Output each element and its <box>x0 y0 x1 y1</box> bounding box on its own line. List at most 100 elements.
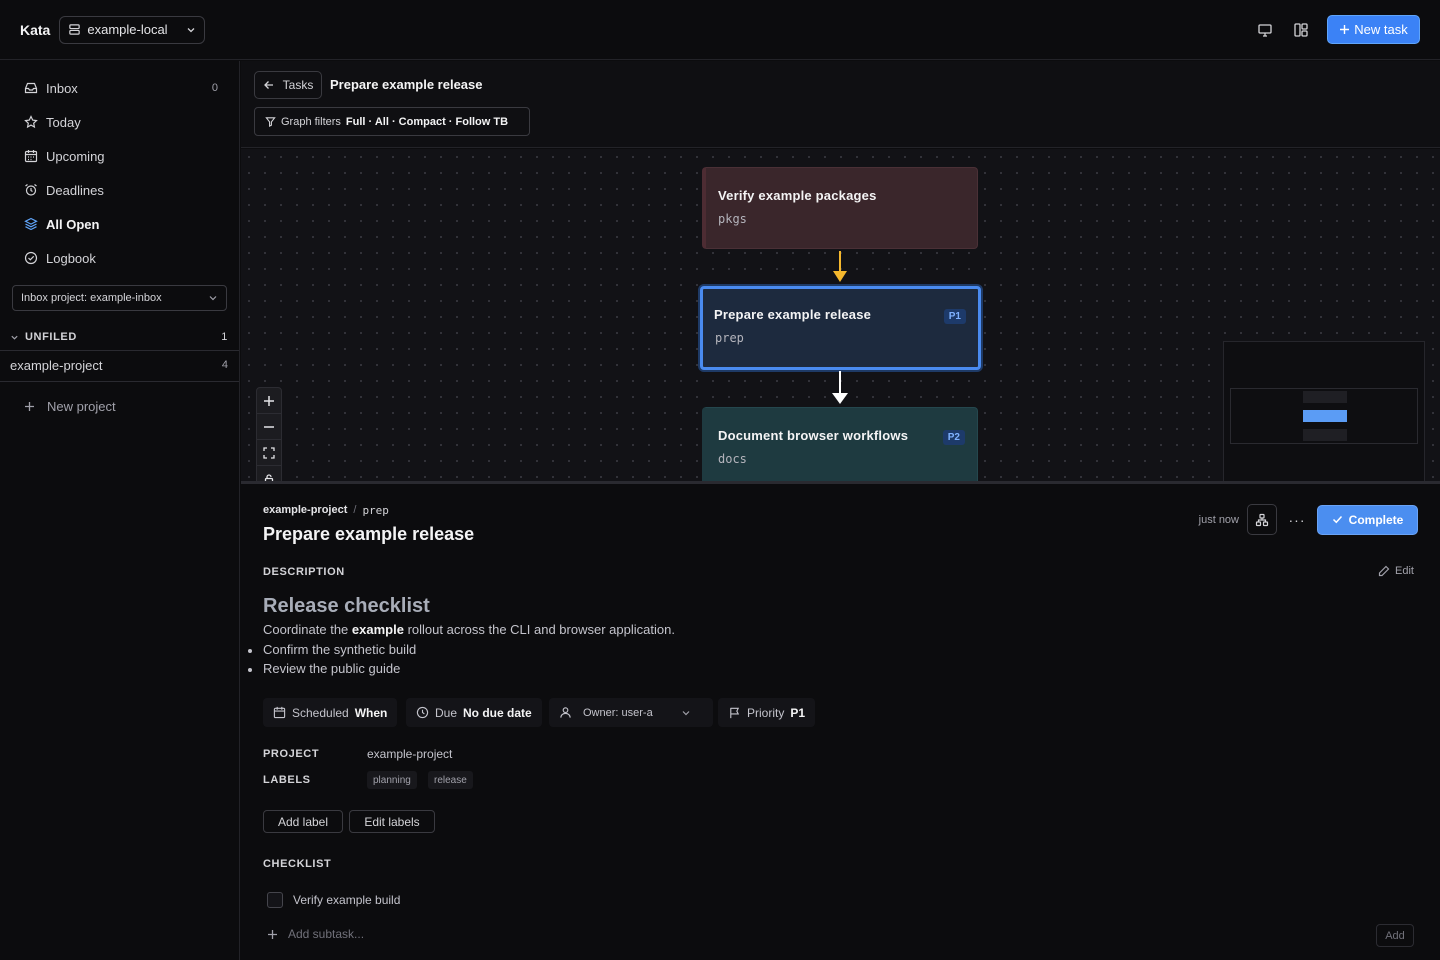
minimap-node <box>1303 410 1347 422</box>
chip-value: No due date <box>463 705 532 720</box>
workspace-select[interactable]: example-local <box>59 15 206 44</box>
owner-select[interactable]: Owner: user-a <box>549 698 713 727</box>
plus-icon <box>1339 24 1350 35</box>
sidebar-item-label: Logbook <box>46 250 96 266</box>
sidebar-item-today[interactable]: Today <box>24 111 218 133</box>
priority-chip[interactable]: Priority P1 <box>718 698 816 727</box>
new-project-button[interactable]: New project <box>24 399 116 414</box>
fit-view-icon[interactable] <box>257 440 281 466</box>
chip-label: Due <box>435 705 458 720</box>
scheduled-chip[interactable]: Scheduled When <box>263 698 398 727</box>
chevron-down-icon <box>208 293 218 303</box>
zoom-controls <box>256 387 282 481</box>
edit-label: Edit <box>1395 565 1414 577</box>
description-paragraph: Coordinate the example rollout across th… <box>263 622 675 637</box>
alarm-icon <box>24 183 38 197</box>
graph-node-pkgs[interactable]: Verify example packages pkgs <box>702 167 978 249</box>
back-to-tasks-button[interactable]: Tasks <box>254 71 322 99</box>
sidebar: Inbox 0 Today Upcoming Deadlines All Ope… <box>0 61 240 960</box>
unfiled-group[interactable]: UNFILED 1 <box>10 328 228 346</box>
node-slug: docs <box>718 452 747 466</box>
task-title[interactable]: Prepare example release <box>263 524 474 545</box>
zoom-in-icon[interactable] <box>257 388 281 414</box>
zoom-out-icon[interactable] <box>257 414 281 440</box>
graph-header: Tasks Prepare example release Graph filt… <box>241 61 1440 148</box>
minimap-viewport <box>1230 388 1418 444</box>
add-subtask-placeholder: Add subtask... <box>288 927 365 941</box>
layout-icon[interactable] <box>1291 20 1311 40</box>
minimap-node <box>1303 391 1347 403</box>
breadcrumb-project[interactable]: example-project <box>263 504 347 517</box>
filter-icon <box>265 116 276 127</box>
description-bullet: Confirm the synthetic build <box>247 642 417 657</box>
description-label: DESCRIPTION <box>263 566 345 578</box>
graph-node-prep[interactable]: Prepare example release prep P1 <box>700 286 981 370</box>
flag-icon <box>728 706 741 719</box>
back-label: Tasks <box>282 78 314 92</box>
due-chip[interactable]: Due No due date <box>406 698 542 727</box>
clock-icon <box>416 706 429 719</box>
checklist-checkbox[interactable] <box>267 892 283 908</box>
sidebar-item-upcoming[interactable]: Upcoming <box>24 145 218 167</box>
more-options-icon[interactable]: ··· <box>1285 505 1309 535</box>
sidebar-item-logbook[interactable]: Logbook <box>24 247 218 269</box>
database-icon <box>68 23 81 36</box>
graph-minimap[interactable] <box>1223 341 1425 481</box>
chip-value: P1 <box>790 705 806 720</box>
desc-bold: example <box>351 622 404 637</box>
inbox-icon <box>24 81 38 95</box>
node-title: Document browser workflows <box>718 428 909 443</box>
plus-icon <box>267 929 278 940</box>
breadcrumb-slug: prep <box>362 504 389 517</box>
check-circle-icon <box>24 251 38 265</box>
complete-button[interactable]: Complete <box>1317 504 1418 535</box>
description-heading: Release checklist <box>263 595 430 617</box>
node-title: Verify example packages <box>718 188 877 203</box>
sidebar-item-label: Deadlines <box>46 182 104 198</box>
graph-view-button[interactable] <box>1247 504 1277 535</box>
arrow-left-icon <box>263 79 275 91</box>
check-icon <box>1332 514 1343 525</box>
new-task-button[interactable]: New task <box>1327 15 1420 44</box>
pencil-icon <box>1378 565 1390 577</box>
label-pill[interactable]: planning <box>367 771 417 789</box>
sidebar-item-label: All Open <box>46 216 100 232</box>
sidebar-item-deadlines[interactable]: Deadlines <box>24 179 218 201</box>
layers-icon <box>24 217 38 231</box>
edit-description-button[interactable]: Edit <box>1378 565 1414 577</box>
sidebar-project-item[interactable]: example-project 4 <box>10 356 228 374</box>
top-bar: Kata example-local New task <box>0 0 1440 60</box>
checklist-label: CHECKLIST <box>263 858 332 870</box>
task-graph-canvas[interactable]: Verify example packages pkgs Prepare exa… <box>241 149 1440 481</box>
checklist-item-text: Verify example build <box>293 893 401 907</box>
sidebar-item-inbox[interactable]: Inbox 0 <box>24 77 218 99</box>
edit-labels-button[interactable]: Edit labels <box>349 810 435 833</box>
add-subtask-button[interactable]: Add <box>1376 924 1414 947</box>
breadcrumb-separator: / <box>353 504 357 516</box>
inbox-project-value: Inbox project: example-inbox <box>21 292 162 304</box>
unfiled-label: UNFILED <box>25 331 77 343</box>
node-slug: pkgs <box>718 212 747 226</box>
edge-arrow <box>833 251 847 282</box>
sidebar-item-count: 0 <box>211 82 218 94</box>
graph-filters-button[interactable]: Graph filters Full · All · Compact · Fol… <box>254 107 530 136</box>
graph-node-docs[interactable]: Document browser workflows docs P2 <box>702 407 978 481</box>
label-pill[interactable]: release <box>428 771 473 789</box>
add-subtask-input[interactable]: Add subtask... <box>267 927 364 941</box>
chip-value: When <box>354 705 388 720</box>
checklist-item[interactable]: Verify example build <box>267 892 400 908</box>
sidebar-item-all-open[interactable]: All Open <box>24 213 218 235</box>
chevron-down-icon <box>186 25 196 35</box>
add-label-button[interactable]: Add label <box>263 810 343 833</box>
priority-badge: P1 <box>943 309 966 324</box>
project-count: 4 <box>221 359 228 371</box>
owner-value: Owner: user-a <box>583 706 653 719</box>
monitor-icon[interactable] <box>1255 20 1275 40</box>
sidebar-item-label: Upcoming <box>46 148 105 164</box>
lock-icon[interactable] <box>257 466 281 481</box>
star-icon <box>24 115 38 129</box>
inbox-project-select[interactable]: Inbox project: example-inbox <box>12 285 227 311</box>
workspace-name: example-local <box>87 22 168 37</box>
project-value[interactable]: example-project <box>367 747 452 761</box>
chevron-down-icon <box>10 333 19 342</box>
